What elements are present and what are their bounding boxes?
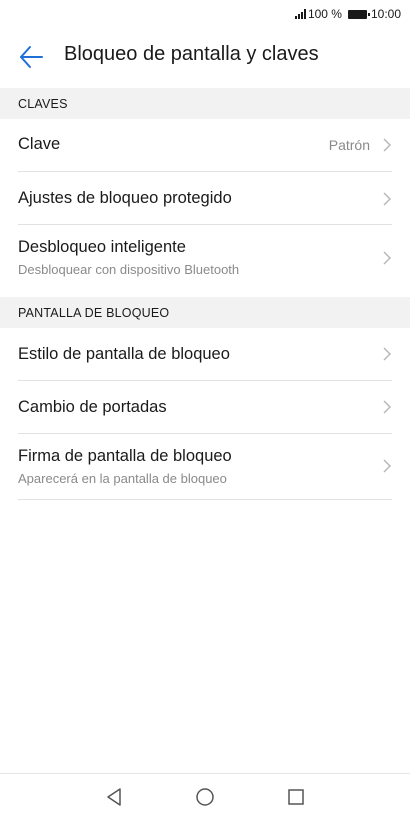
cambio-portadas-item[interactable]: Cambio de portadas — [18, 381, 392, 434]
navigation-bar — [0, 773, 410, 821]
chevron-right-icon — [383, 459, 391, 473]
nav-recents-square-icon[interactable] — [285, 786, 307, 808]
page-title: Bloqueo de pantalla y claves — [64, 43, 319, 65]
arrow-left-icon — [20, 46, 43, 68]
back-button[interactable] — [18, 44, 44, 70]
status-time: 10:00 — [370, 7, 401, 21]
cambio-portadas-label: Cambio de portadas — [18, 398, 167, 416]
desbloqueo-inteligente-item[interactable]: Desbloqueo inteligente Desbloquear con d… — [18, 225, 392, 290]
nav-home-circle-icon[interactable] — [194, 786, 216, 808]
chevron-right-icon — [383, 347, 391, 361]
firma-pantalla-bloqueo-label: Firma de pantalla de bloqueo — [18, 447, 232, 465]
chevron-right-icon — [383, 138, 391, 152]
desbloqueo-inteligente-subtitle: Desbloquear con dispositivo Bluetooth — [18, 262, 240, 277]
estilo-pantalla-bloqueo-label: Estilo de pantalla de bloqueo — [18, 345, 230, 363]
estilo-pantalla-bloqueo-item[interactable]: Estilo de pantalla de bloqueo — [18, 328, 392, 381]
desbloqueo-inteligente-label: Desbloqueo inteligente — [18, 238, 186, 256]
signal-icon — [294, 9, 306, 19]
battery-icon — [347, 9, 370, 19]
clave-value: Patrón — [328, 137, 370, 153]
status-bar: 100 % 10:00 — [0, 0, 410, 28]
app-bar: Bloqueo de pantalla y claves — [0, 28, 410, 86]
ajustes-bloqueo-protegido-item[interactable]: Ajustes de bloqueo protegido — [18, 172, 392, 225]
section-header-claves: CLAVES — [0, 88, 410, 119]
battery-percentage: 100 % — [307, 7, 342, 21]
firma-pantalla-bloqueo-subtitle: Aparecerá en la pantalla de bloqueo — [18, 471, 227, 486]
clave-label: Clave — [18, 135, 61, 153]
chevron-right-icon — [383, 400, 391, 414]
chevron-right-icon — [383, 251, 391, 265]
section-header-pantalla-de-bloqueo: PANTALLA DE BLOQUEO — [0, 297, 410, 328]
firma-pantalla-bloqueo-item[interactable]: Firma de pantalla de bloqueo Aparecerá e… — [18, 434, 392, 500]
nav-back-triangle-icon[interactable] — [103, 786, 125, 808]
ajustes-bloqueo-protegido-label: Ajustes de bloqueo protegido — [18, 189, 232, 207]
clave-item[interactable]: Clave Patrón — [18, 119, 392, 172]
chevron-right-icon — [383, 192, 391, 206]
